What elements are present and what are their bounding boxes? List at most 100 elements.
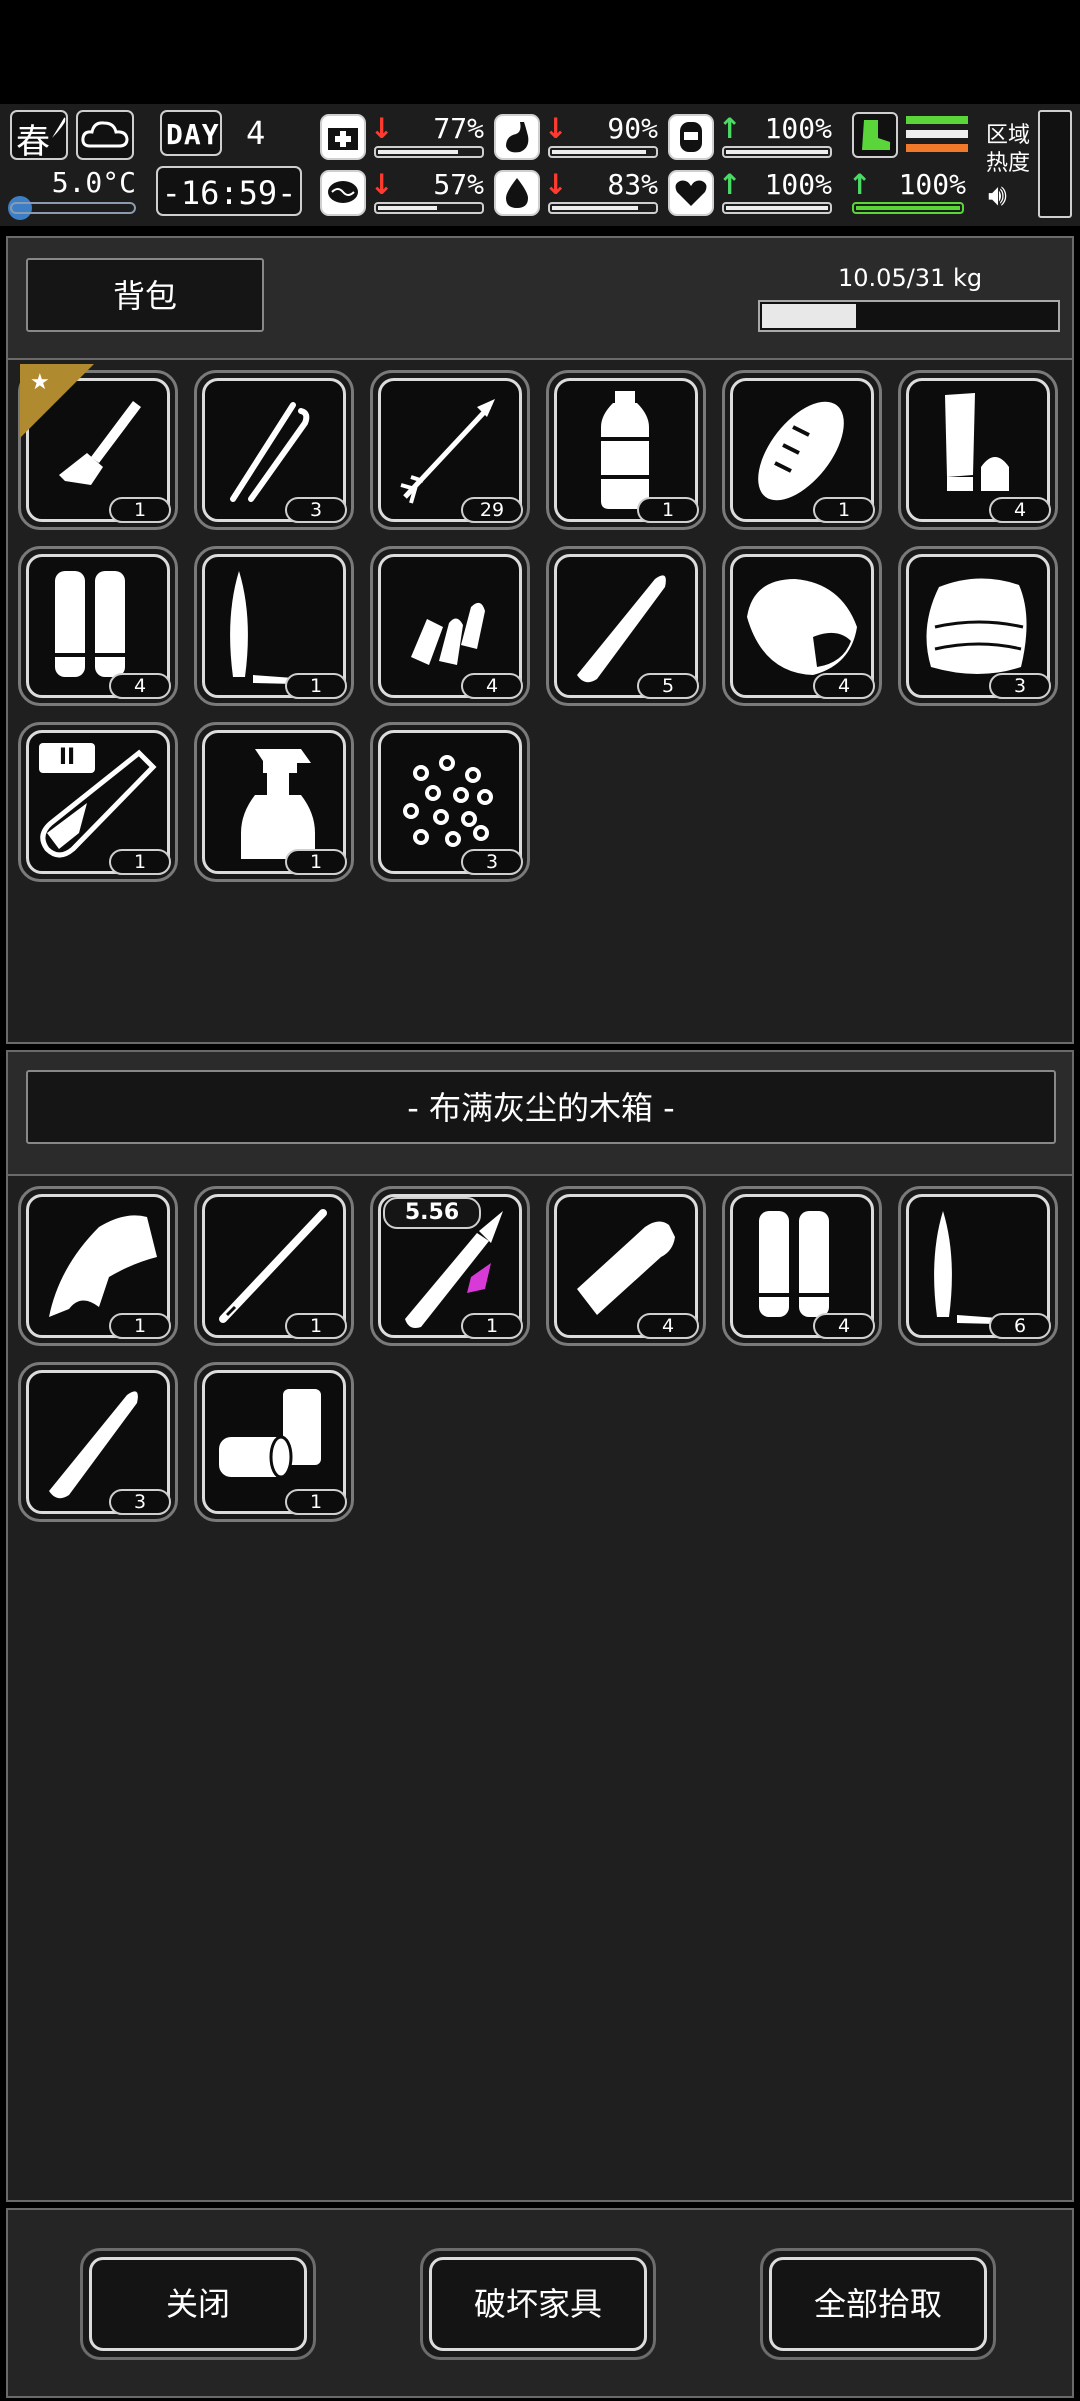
backpack-item-test-tube[interactable]: II 1: [18, 722, 178, 882]
item-count: 1: [285, 849, 347, 875]
weight-bar-fill: [762, 304, 856, 328]
status-hud: 春 5.0°C DAY 4 -16:59- ↓ 77% ↓ 90% ↑ 100%: [0, 104, 1080, 226]
stat-value: 100%: [898, 168, 966, 201]
item-count: 4: [109, 673, 171, 699]
container-item-cans[interactable]: 1: [194, 1362, 354, 1522]
water-drop-icon: [494, 170, 540, 216]
energy-drink-icon: [668, 114, 714, 160]
item-count: 1: [109, 1313, 171, 1339]
close-button-label: 关闭: [89, 2257, 307, 2351]
item-count: 1: [109, 849, 171, 875]
backpack-item-bread[interactable]: 1: [722, 370, 882, 530]
backpack-title: 背包: [26, 258, 264, 332]
stamina-stripe: [906, 116, 968, 124]
item-count: 3: [285, 497, 347, 523]
stamina-stripe: [906, 144, 968, 152]
backpack-item-pellets[interactable]: 3: [370, 722, 530, 882]
caliber-label: 5.56: [383, 1197, 481, 1229]
item-count: 1: [109, 497, 171, 523]
item-count: 29: [461, 497, 523, 523]
weather-indicator[interactable]: [76, 110, 134, 160]
container-item-bullet-tip[interactable]: 6: [898, 1186, 1058, 1346]
speaker-icon[interactable]: 🔊︎: [988, 178, 1007, 213]
season-label: 春: [16, 122, 50, 162]
stat-bar: [548, 146, 658, 158]
take-all-button[interactable]: 全部拾取: [760, 2248, 996, 2360]
stat-value: 90%: [607, 112, 658, 145]
item-count: 4: [637, 1313, 699, 1339]
stat-value: 57%: [433, 168, 484, 201]
backpack-item-meat-chunk[interactable]: 4: [722, 546, 882, 706]
stat-energy[interactable]: ↑ 100%: [668, 112, 838, 162]
stamina-stripe: [906, 130, 968, 138]
stat-bar-fill: [378, 206, 437, 210]
stat-value: 100%: [764, 112, 832, 145]
item-count: 1: [813, 497, 875, 523]
backpack-item-arrow[interactable]: 29: [370, 370, 530, 530]
weight-label: 10.05/31 kg: [838, 264, 983, 292]
region-heat-meter: [1038, 110, 1072, 218]
temperature-value: 5.0°C: [51, 166, 136, 199]
heart-icon: [668, 170, 714, 216]
backpack-header: 背包 10.05/31 kg: [6, 236, 1074, 358]
backpack-item-tweezers[interactable]: 3: [194, 370, 354, 530]
clock-time: -16:59-: [161, 174, 297, 212]
take-all-label: 全部拾取: [769, 2257, 987, 2351]
backpack-item-cloth[interactable]: 3: [898, 546, 1058, 706]
item-count: 6: [989, 1313, 1051, 1339]
backpack-item-bullet-tip[interactable]: 1: [194, 546, 354, 706]
tier-badge: II: [39, 743, 95, 773]
item-count: 5: [637, 673, 699, 699]
item-count: 1: [285, 673, 347, 699]
stat-mood[interactable]: ↓ 57%: [320, 168, 490, 218]
item-count: 1: [461, 1313, 523, 1339]
backpack-item-spray-bottle[interactable]: 1: [194, 722, 354, 882]
item-count: 4: [813, 673, 875, 699]
season-indicator[interactable]: 春: [10, 110, 68, 162]
container-item-bullet-casing[interactable]: 4: [546, 1186, 706, 1346]
stat-bar-fill: [552, 206, 638, 210]
backpack-item-shotgun-shells[interactable]: 4: [18, 546, 178, 706]
stat-bar: [548, 202, 658, 214]
item-count: 4: [989, 497, 1051, 523]
brain-icon: [320, 170, 366, 216]
cloud-icon: [81, 121, 129, 148]
container-item-shotgun-shells[interactable]: 4: [722, 1186, 882, 1346]
weight-bar: [758, 300, 1060, 332]
container-title: - 布满灰尘的木箱 -: [26, 1070, 1056, 1144]
backpack-grid: 1 ★ 3 29 1 1 4 4 1 4 5 4 3 II 1 1 3: [6, 358, 1074, 1044]
container-item-bullet[interactable]: 3: [18, 1362, 178, 1522]
backpack-item-bullet[interactable]: 5: [546, 546, 706, 706]
destroy-furniture-button[interactable]: 破坏家具: [420, 2248, 656, 2360]
day-number: 4: [246, 114, 266, 152]
stat-value: 83%: [607, 168, 658, 201]
stat-bar: [374, 146, 484, 158]
backpack-item-water-bottle[interactable]: 1: [546, 370, 706, 530]
stat-thirst[interactable]: ↓ 83%: [494, 168, 664, 218]
close-button[interactable]: 关闭: [80, 2248, 316, 2360]
item-count: 3: [461, 849, 523, 875]
item-count: 3: [989, 673, 1051, 699]
container-item-claw[interactable]: 1: [18, 1186, 178, 1346]
stat-hunger[interactable]: ↓ 90%: [494, 112, 664, 162]
day-label: DAY: [166, 118, 220, 151]
backpack-item-bullets-pile[interactable]: 4: [370, 546, 530, 706]
backpack-item-lipstick-tube[interactable]: 4: [898, 370, 1058, 530]
star-icon: ★: [30, 370, 50, 395]
clock: -16:59-: [156, 166, 302, 216]
container-header: - 布满灰尘的木箱 -: [6, 1050, 1074, 1174]
container-item-rifle-cartridge[interactable]: 5.56 1: [370, 1186, 530, 1346]
stat-bar: [722, 146, 832, 158]
stamina-bar-fill: [856, 206, 960, 210]
day-badge: DAY: [160, 110, 222, 156]
item-count: 1: [285, 1489, 347, 1515]
stat-stamina[interactable]: ↑ 100%: [796, 168, 976, 218]
boot-icon: [852, 112, 898, 158]
region-heat-label: 区域 热度: [986, 123, 1031, 176]
container-item-metal-rod[interactable]: 1: [194, 1186, 354, 1346]
stat-health[interactable]: ↓ 77%: [320, 112, 490, 162]
temperature-bar: [10, 202, 136, 214]
item-count: 1: [285, 1313, 347, 1339]
container-grid: 1 1 5.56 1 4 4 6 3 1: [6, 1174, 1074, 2202]
item-count: 4: [813, 1313, 875, 1339]
